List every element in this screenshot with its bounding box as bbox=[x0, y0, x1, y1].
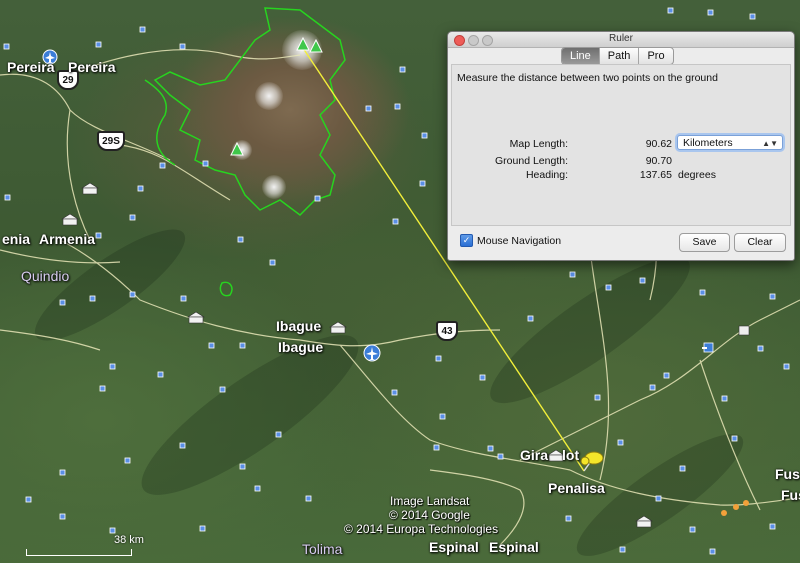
route-shield: 29S bbox=[97, 131, 125, 151]
tab-path[interactable]: Path bbox=[600, 48, 640, 64]
ruler-panel: Measure the distance between two points … bbox=[451, 64, 791, 226]
clear-button[interactable]: Clear bbox=[734, 233, 786, 252]
museum-icon[interactable] bbox=[186, 311, 206, 324]
heading-value: 137.65 bbox=[639, 169, 672, 181]
place-label[interactable]: Ibague bbox=[278, 339, 323, 355]
place-label[interactable]: Fus bbox=[775, 466, 800, 482]
place-label[interactable]: Pereira bbox=[7, 59, 54, 75]
map-length-value: 90.62 bbox=[645, 138, 672, 150]
save-button[interactable]: Save bbox=[679, 233, 730, 252]
place-label[interactable]: Fus bbox=[781, 487, 800, 503]
heading-unit: degrees bbox=[678, 169, 716, 181]
place-label[interactable]: lot bbox=[562, 447, 579, 463]
route-dot bbox=[733, 504, 739, 510]
imagery-credit: © 2014 Google bbox=[389, 508, 470, 522]
museum-icon[interactable] bbox=[80, 182, 100, 195]
museum-icon[interactable] bbox=[634, 515, 654, 528]
window-title: Ruler bbox=[609, 33, 633, 44]
instructions-text: Measure the distance between two points … bbox=[457, 72, 718, 84]
scale-bar bbox=[26, 549, 132, 556]
scale-label: 38 km bbox=[114, 534, 144, 546]
airport-icon[interactable] bbox=[363, 344, 381, 362]
place-label[interactable]: Armenia bbox=[39, 231, 95, 247]
route-shield: 43 bbox=[436, 321, 458, 341]
place-label[interactable]: Penalisa bbox=[548, 480, 605, 496]
tab-pro[interactable]: Pro bbox=[639, 48, 672, 64]
ruler-tabs: Line Path Pro bbox=[561, 47, 674, 65]
unit-select-value: Kilometers bbox=[683, 137, 733, 149]
ground-length-label: Ground Length: bbox=[495, 155, 568, 167]
museum-icon[interactable] bbox=[328, 321, 348, 334]
place-label[interactable]: Pereira bbox=[68, 59, 115, 75]
place-label[interactable]: Gira bbox=[520, 447, 548, 463]
route-dot bbox=[743, 500, 749, 506]
ruler-titlebar[interactable]: Ruler bbox=[448, 32, 794, 48]
map-length-label: Map Length: bbox=[509, 138, 568, 150]
hospital-icon[interactable] bbox=[702, 342, 714, 353]
mouse-navigation-label: Mouse Navigation bbox=[477, 234, 562, 247]
region-label[interactable]: Tolima bbox=[302, 541, 342, 557]
museum-icon[interactable] bbox=[60, 213, 80, 226]
place-label[interactable]: Espinal bbox=[489, 539, 539, 555]
mouse-navigation-checkbox[interactable]: ✓ Mouse Navigation bbox=[460, 234, 561, 247]
ground-length-value: 90.70 bbox=[645, 155, 672, 167]
ruler-dialog: Ruler Line Path Pro Measure the distance… bbox=[447, 31, 795, 261]
pushpin-icon[interactable] bbox=[580, 451, 604, 472]
parking-icon[interactable] bbox=[738, 325, 750, 336]
unit-select[interactable]: Kilometers ▲▼ bbox=[677, 135, 783, 150]
imagery-credit: © 2014 Europa Technologies bbox=[344, 522, 499, 536]
place-label[interactable]: Ibague bbox=[276, 318, 321, 334]
place-label[interactable]: enia bbox=[2, 231, 30, 247]
heading-label: Heading: bbox=[525, 169, 568, 181]
chevron-updown-icon: ▲▼ bbox=[762, 139, 778, 148]
place-label[interactable]: Espinal bbox=[429, 539, 479, 555]
route-dot bbox=[721, 510, 727, 516]
check-icon[interactable]: ✓ bbox=[460, 234, 473, 247]
tab-line[interactable]: Line bbox=[562, 48, 600, 64]
imagery-credit: Image Landsat bbox=[390, 494, 470, 508]
region-label[interactable]: Quindio bbox=[21, 268, 69, 284]
